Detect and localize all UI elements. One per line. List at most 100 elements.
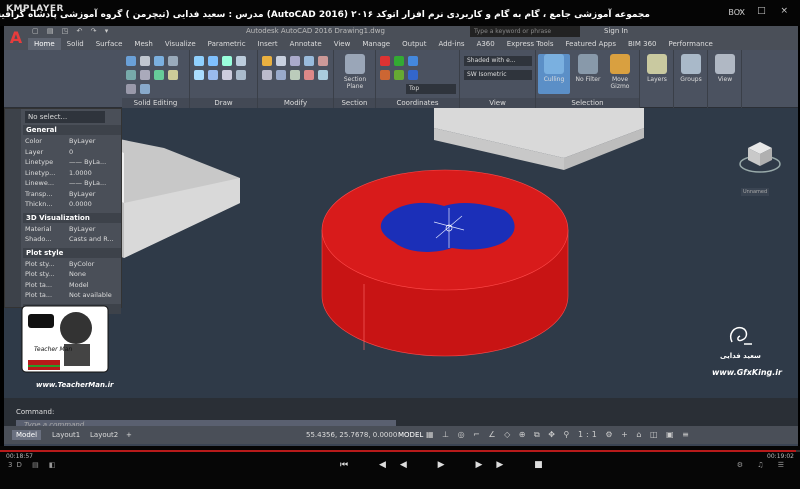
rectangle-icon[interactable]	[222, 70, 232, 80]
property-value[interactable]: Not available	[69, 291, 112, 299]
tab-layout1[interactable]: Layout1	[48, 430, 84, 440]
tab-view[interactable]: View	[328, 38, 357, 50]
property-row[interactable]: Color ByLayer	[25, 137, 121, 147]
property-row[interactable]: Linetype —— ByLa...	[25, 158, 121, 168]
property-value[interactable]: —— ByLa...	[69, 158, 106, 166]
ellipse-icon[interactable]	[236, 70, 246, 80]
application-menu-icon[interactable]: A	[4, 26, 28, 50]
arc-icon[interactable]	[236, 56, 246, 66]
property-value[interactable]: Casts and R...	[69, 235, 114, 243]
tab-solid[interactable]: Solid	[61, 38, 90, 50]
panel-label[interactable]: Solid Editing	[122, 98, 189, 108]
groups-button[interactable]: Groups	[675, 54, 707, 83]
ucs-world-icon[interactable]	[394, 56, 404, 66]
property-row[interactable]: Transp... ByLayer	[25, 190, 121, 200]
property-row[interactable]: Shado... Casts and R...	[25, 235, 121, 245]
property-row[interactable]: Thickn... 0.0000	[25, 200, 121, 210]
property-row[interactable]: Material ByLayer	[25, 225, 121, 235]
tab-a360[interactable]: A360	[471, 38, 501, 50]
property-value[interactable]: ByLayer	[69, 137, 95, 145]
tab-express-tools[interactable]: Express Tools	[501, 38, 560, 50]
stretch-icon[interactable]	[318, 70, 328, 80]
tab-bim-360[interactable]: BIM 360	[622, 38, 663, 50]
tab-layout2[interactable]: Layout2	[86, 430, 122, 440]
property-row[interactable]: Plot sty... None	[25, 270, 121, 280]
add-layout-button[interactable]: +	[122, 430, 136, 440]
visual-style-dropdown[interactable]: Shaded with e...	[464, 56, 532, 66]
playback-buttons[interactable]: ⏮ ◀◀ ▶ ▶▶ ■	[340, 460, 557, 470]
property-value[interactable]: ByLayer	[69, 190, 95, 198]
ucs-y-icon[interactable]	[394, 70, 404, 80]
mirror-icon[interactable]	[304, 56, 314, 66]
polyline-icon[interactable]	[208, 56, 218, 66]
panel-label[interactable]: Selection	[536, 98, 639, 108]
culling-button[interactable]: Culling	[538, 54, 570, 94]
section-header[interactable]: General	[23, 125, 121, 135]
property-value[interactable]: None	[69, 270, 86, 278]
ucs-dropdown[interactable]: Top	[406, 84, 456, 94]
property-value[interactable]: —— ByLa...	[69, 179, 106, 187]
selection-dropdown[interactable]: No select...	[25, 111, 105, 123]
helix-icon[interactable]	[208, 70, 218, 80]
section-plane-button[interactable]: Section Plane	[339, 54, 371, 90]
scale-icon[interactable]	[262, 70, 272, 80]
property-row[interactable]: Linewe... —— ByLa...	[25, 179, 121, 189]
separate-icon[interactable]	[168, 70, 178, 80]
thicken-icon[interactable]	[140, 70, 150, 80]
player-left-icons[interactable]: 3D ▤ ◧	[8, 461, 60, 469]
line-icon[interactable]	[194, 56, 204, 66]
search-input[interactable]: Type a keyword or phrase	[470, 26, 580, 37]
tab-surface[interactable]: Surface	[90, 38, 129, 50]
intersect-icon[interactable]	[154, 56, 164, 66]
array-icon[interactable]	[276, 70, 286, 80]
tab-home[interactable]: Home	[28, 38, 61, 50]
player-right-icons[interactable]: ⚙ ♫ ☰	[737, 461, 790, 469]
panel-label[interactable]: Modify	[258, 98, 333, 108]
tab-featured-apps[interactable]: Featured Apps	[560, 38, 622, 50]
extract-edges-icon[interactable]	[168, 56, 178, 66]
property-row[interactable]: Layer 0	[25, 148, 121, 158]
rotate-icon[interactable]	[276, 56, 286, 66]
section-header[interactable]: 3D Visualization	[23, 212, 121, 223]
view-button[interactable]: View	[709, 54, 741, 83]
tab-visualize[interactable]: Visualize	[159, 38, 202, 50]
property-row[interactable]: Plot sty... ByColor	[25, 260, 121, 270]
panel-label[interactable]: Coordinates	[376, 98, 459, 108]
circle-icon[interactable]	[222, 56, 232, 66]
status-toggles[interactable]: ▦ ⊥ ◎ ⌐ ∠ ◇ ⊕ ⧉ ✥ ⚲ 1:1 ⚙ + ⌂ ◫ ▣ ≡	[426, 430, 692, 440]
fillet-icon[interactable]	[318, 56, 328, 66]
offset-icon[interactable]	[290, 70, 300, 80]
sign-in-button[interactable]: Sign In	[604, 27, 628, 35]
property-value[interactable]: Model	[69, 281, 89, 289]
panel-label[interactable]: View	[460, 98, 535, 108]
tab-parametric[interactable]: Parametric	[202, 38, 252, 50]
panel-label[interactable]: Section	[334, 98, 375, 108]
quick-access-toolbar[interactable]: ▢ ▤ ◳ ↶ ↷ ▾	[32, 27, 111, 35]
spline-icon[interactable]	[194, 70, 204, 80]
layers-button[interactable]: Layers	[641, 54, 673, 83]
interfere-icon[interactable]	[154, 70, 164, 80]
viewcube-label[interactable]: Unnamed	[741, 188, 770, 196]
tab-insert[interactable]: Insert	[252, 38, 284, 50]
tab-annotate[interactable]: Annotate	[284, 38, 328, 50]
model-space-button[interactable]: MODEL	[398, 431, 423, 439]
drawing-viewport[interactable]: Unnamed	[4, 108, 798, 398]
ucs-icon[interactable]	[380, 56, 390, 66]
union-icon[interactable]	[126, 56, 136, 66]
ucs-x-icon[interactable]	[380, 70, 390, 80]
tab-output[interactable]: Output	[396, 38, 432, 50]
subtract-icon[interactable]	[140, 56, 150, 66]
property-value[interactable]: ByColor	[69, 260, 94, 268]
shell-icon[interactable]	[140, 84, 150, 94]
property-row[interactable]: Plot ta... Model	[25, 281, 121, 291]
slice-icon[interactable]	[126, 70, 136, 80]
property-value[interactable]: ByLayer	[69, 225, 95, 233]
panel-label[interactable]: Draw	[190, 98, 257, 108]
property-value[interactable]: 0.0000	[69, 200, 92, 208]
property-value[interactable]: 0	[69, 148, 73, 156]
move-icon[interactable]	[262, 56, 272, 66]
imprint-icon[interactable]	[126, 84, 136, 94]
tab-model[interactable]: Model	[12, 430, 42, 440]
property-row[interactable]: Linetyp... 1.0000	[25, 169, 121, 179]
seek-bar[interactable]	[0, 450, 800, 452]
